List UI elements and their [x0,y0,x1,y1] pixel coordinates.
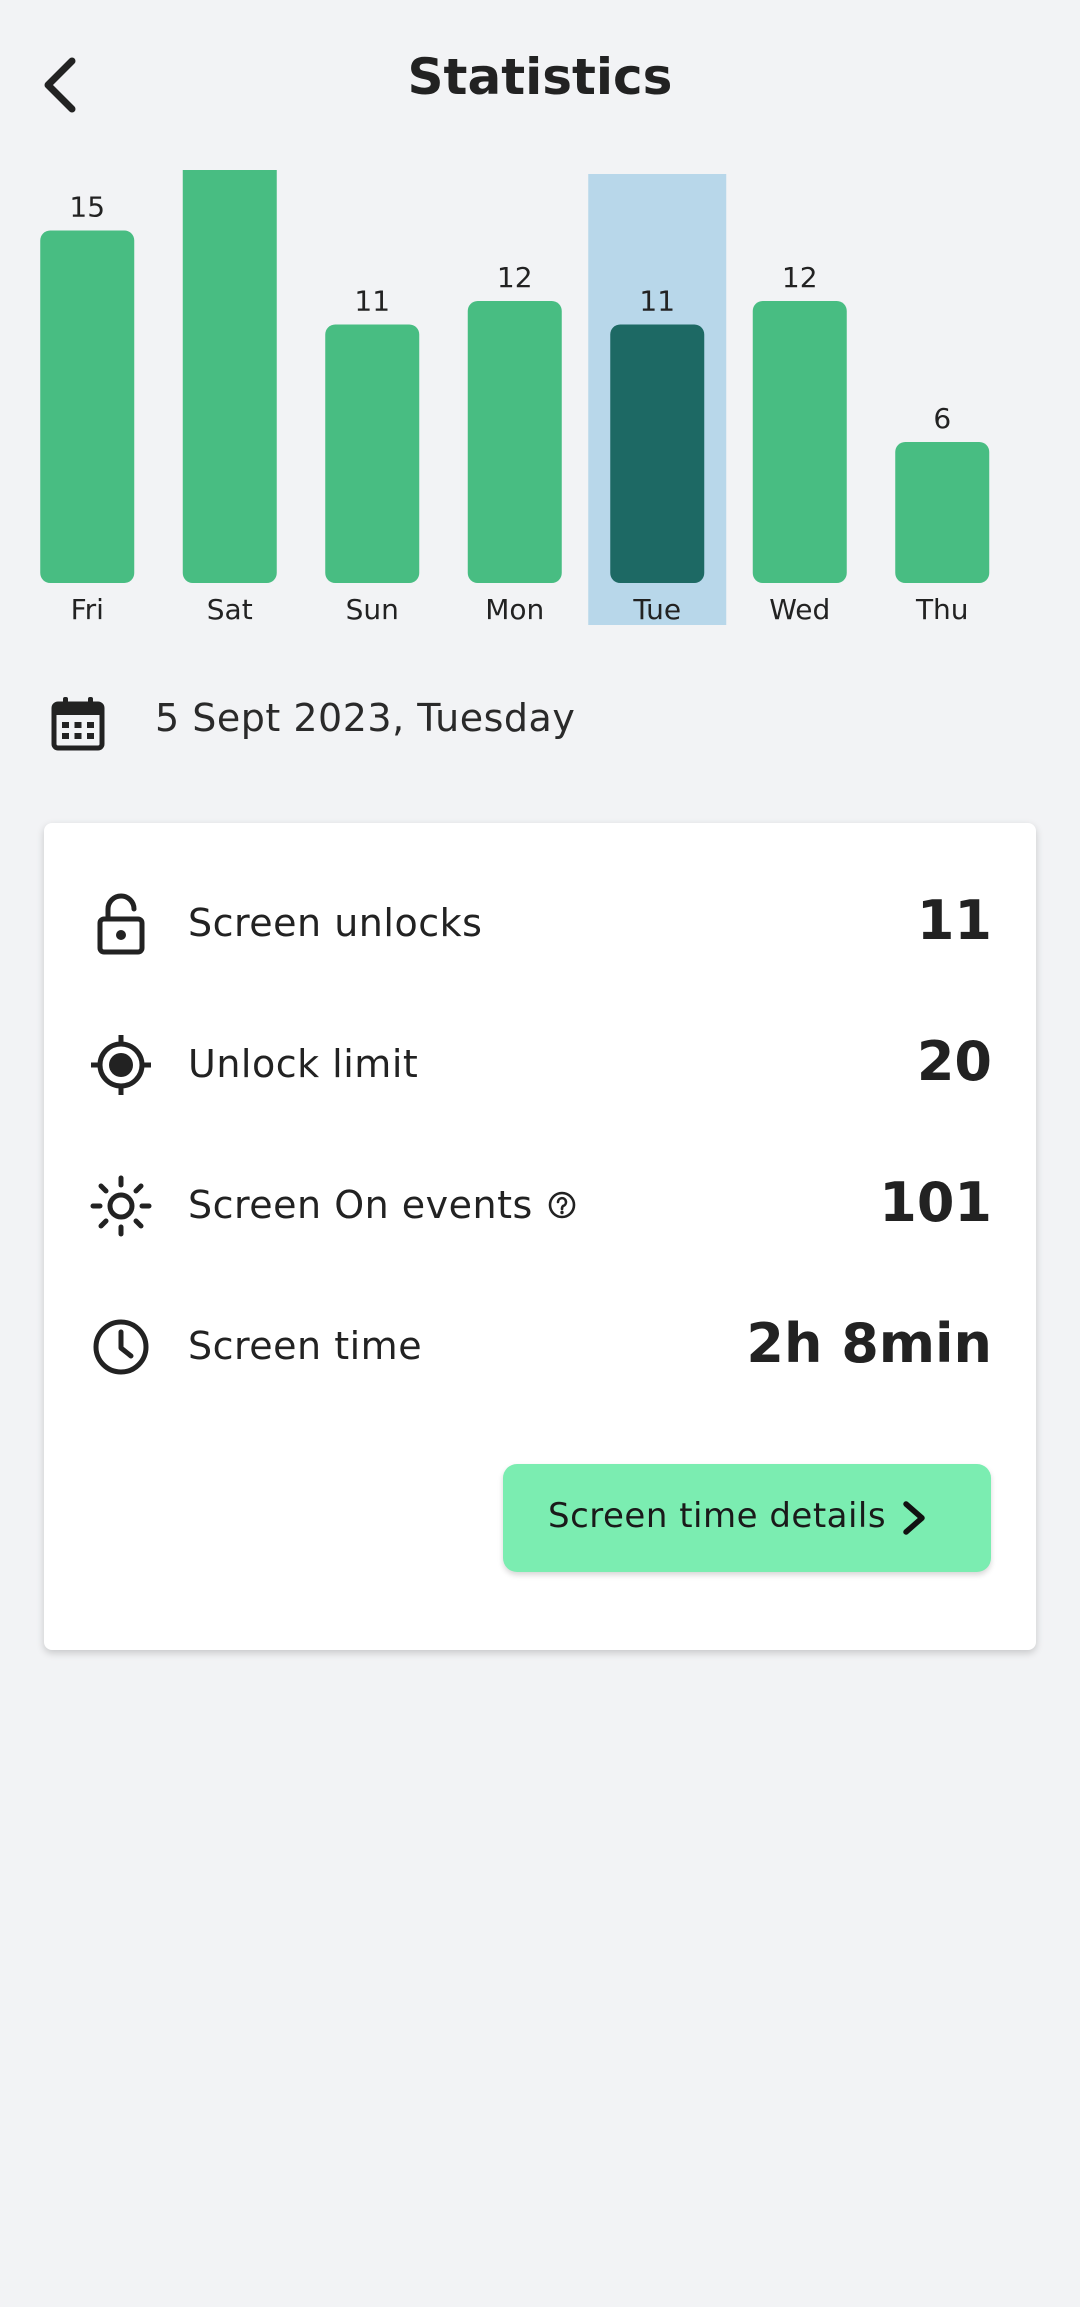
details-button-label: Screen time details [548,1496,887,1536]
stat-value: 101 [879,1171,992,1234]
day-tick-label: Sun [346,593,399,626]
calendar-icon [51,697,105,751]
screen-time-details-button[interactable]: Screen time details [503,1464,991,1572]
stats-card: Screen unlocks 11 Unlock limit 20 Screen… [44,823,1036,1650]
bar-value-label: 15 [69,191,105,224]
stat-label: Unlock limit [188,1042,419,1086]
stat-value: 20 [916,1030,992,1093]
stat-label: Screen time [188,1324,423,1368]
day-tick-label: Wed [769,593,830,626]
target-icon [91,1035,151,1095]
stat-value: 2h 8min [746,1312,992,1375]
bar-sat[interactable] [182,170,277,583]
date-row: 5 Sept 2023, Tuesday [0,680,1080,760]
unlocks-bar-chart: 15Fri18Sat11Sun12Mon11Tue12Wed6Thu [0,170,1080,630]
stat-row-screen-unlocks: Screen unlocks 11 [44,871,1036,971]
bar-value-label: 11 [354,285,390,318]
stat-label: Screen unlocks [188,901,483,945]
day-tick-label: Tue [632,593,681,626]
day-tick-label: Mon [485,593,544,626]
day-tick-label: Fri [71,593,104,626]
bar-wed[interactable] [752,301,847,583]
brightness-icon [90,1175,152,1237]
bar-value-label: 12 [782,261,818,294]
stat-row-screen-time: Screen time 2h 8min [44,1294,1036,1394]
bar-value-label: 11 [639,285,675,318]
day-tick-label: Thu [915,593,969,626]
stat-label-wrapper: Screen On events [188,1183,577,1227]
stat-row-screen-on-events: Screen On events 101 [44,1153,1036,1253]
bar-mon[interactable] [467,301,562,583]
bar-thu[interactable] [895,442,990,583]
help-circle-icon[interactable] [547,1190,577,1220]
bar-value-label: 6 [933,402,951,435]
unlock-icon [97,893,145,955]
bar-sun[interactable] [325,324,420,584]
clock-icon [93,1319,149,1375]
stat-label: Screen On events [188,1183,533,1227]
day-tick-label: Sat [207,593,253,626]
chart-svg: 15Fri18Sat11Sun12Mon11Tue12Wed6Thu [40,170,990,626]
page-title: Statistics [407,48,673,106]
stat-row-unlock-limit: Unlock limit 20 [44,1012,1036,1112]
bar-fri[interactable] [40,230,135,584]
bar-value-label: 12 [497,261,533,294]
app-header: Statistics [0,0,1080,160]
selected-date: 5 Sept 2023, Tuesday [155,696,576,740]
bar-tue[interactable] [610,324,705,584]
chevron-right-icon [903,1501,925,1535]
stat-value: 11 [916,889,992,952]
